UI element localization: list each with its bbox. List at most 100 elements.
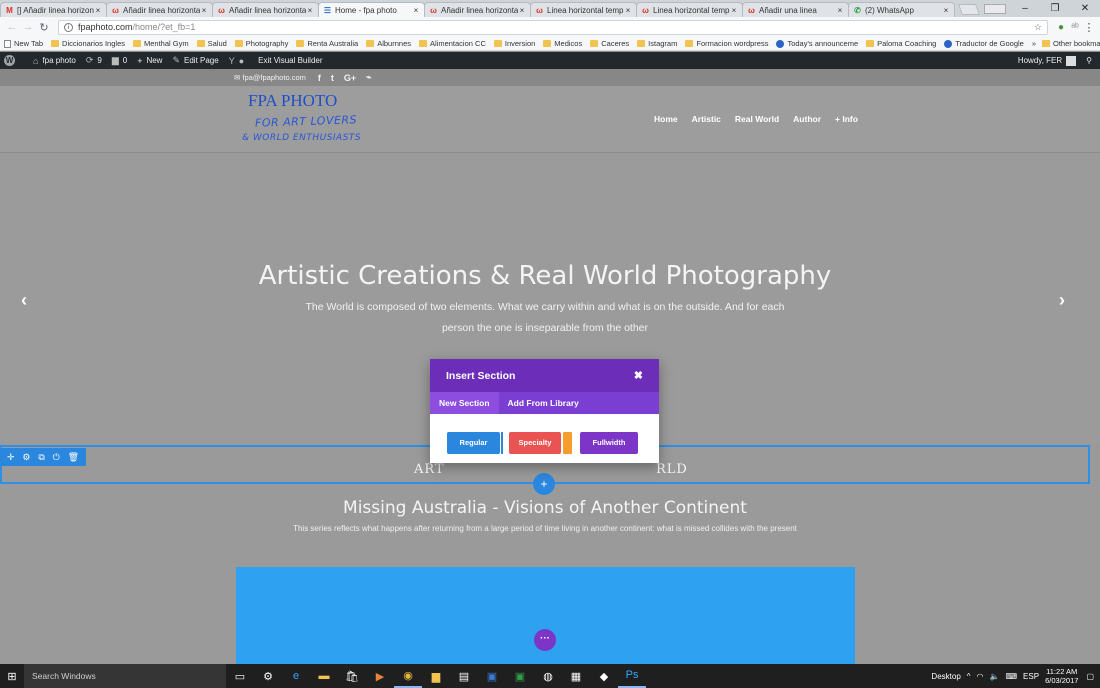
nav-info[interactable]: + Info [835,114,858,124]
volume-icon[interactable]: 🔈 [990,672,1000,681]
close-window-button[interactable]: ✕ [1070,3,1100,14]
bookmark-item[interactable]: Renta Australia [296,39,358,48]
nav-author[interactable]: Author [793,114,821,124]
twitter-icon[interactable]: t [331,73,334,83]
browser-tab[interactable]: ω Linea horizontal templa × [636,2,743,17]
edit-page-link[interactable]: ✎ Edit Page [172,55,218,66]
bookmarks-overflow[interactable]: » [1032,39,1036,48]
site-name-link[interactable]: ⌂ fpa photo [33,56,76,66]
chrome-icon[interactable]: ◉ [394,664,422,688]
close-tab-icon[interactable]: × [942,6,950,15]
add-section-button[interactable]: + [533,473,555,495]
browser-tab[interactable]: ω Añadir linea horizontal × [424,2,531,17]
bookmark-item[interactable]: Menthal Gym [133,39,189,48]
browser-tab[interactable]: ☰ Home - fpa photo × [318,2,425,17]
close-tab-icon[interactable]: × [518,6,526,15]
edge-icon[interactable]: e [282,664,310,688]
bookmark-item[interactable]: New Tab [4,39,43,48]
wordpress-icon[interactable]: W [4,55,15,66]
clock[interactable]: 11:22 AM 6/03/2017 [1045,667,1078,685]
extension-icon[interactable]: ● [1054,22,1068,33]
network-icon[interactable]: ◠ [977,672,984,681]
google-plus-icon[interactable]: G+ [344,73,356,83]
regular-section-button[interactable]: Regular [447,432,500,454]
chevron-left-icon[interactable]: ‹ [21,290,27,311]
account-menu[interactable]: Howdy, FER ⚲ [1018,55,1092,66]
close-tab-icon[interactable]: × [94,6,102,15]
browser-tab[interactable]: ω Linea horizontal templa × [530,2,637,17]
windows-start-icon[interactable]: ⊞ [0,670,24,683]
taskbar-search[interactable]: Search Windows [24,664,226,688]
profile-button[interactable] [984,3,1006,14]
folder-icon[interactable]: ▆ [422,664,450,688]
bookmark-item[interactable]: Photography [234,39,288,48]
bookmark-item[interactable]: Salud [196,39,227,48]
more-options-button[interactable]: ··· [534,629,556,651]
bookmark-item[interactable]: Inversion [493,39,535,48]
bookmark-item[interactable]: Alimentacion CC [419,39,486,48]
settings-icon[interactable]: ⚙ [254,664,282,688]
tab-new-section[interactable]: New Section [430,392,499,414]
move-icon[interactable]: ✛ [7,452,15,463]
nav-real-world[interactable]: Real World [735,114,779,124]
other-bookmarks[interactable]: Other bookmarks [1042,39,1100,48]
keyboard-icon[interactable]: ⌨ [1006,672,1018,681]
close-tab-icon[interactable]: × [730,6,738,15]
browser-tab[interactable]: ✆ (2) WhatsApp × [848,2,955,17]
close-tab-icon[interactable]: × [412,6,420,15]
nav-artistic[interactable]: Artistic [692,114,721,124]
chevron-up-icon[interactable]: ^ [967,672,971,681]
browser-tab[interactable]: M [] Añadir linea horizonta × [0,2,107,17]
close-tab-icon[interactable]: × [306,6,314,15]
forward-icon[interactable]: → [20,21,36,33]
browser-tab[interactable]: ω Añadir linea horizontal × [212,2,319,17]
language-indicator[interactable]: ESP [1023,672,1039,681]
close-tab-icon[interactable]: × [624,6,632,15]
duplicate-icon[interactable]: ⧉ [38,452,44,463]
file-explorer-icon[interactable]: ▬ [310,664,338,688]
app-icon[interactable]: ▤ [450,664,478,688]
settings-icon[interactable]: ⚙ [22,452,30,463]
info-icon[interactable]: i [64,22,73,32]
site-logo[interactable]: FPA PHOTO [248,91,337,111]
bookmark-item[interactable]: Alburnnes [366,39,411,48]
outlook-icon[interactable]: ▣ [478,664,506,688]
bookmark-item[interactable]: Caceres [590,39,629,48]
maximize-button[interactable]: ❐ [1040,3,1070,14]
close-icon[interactable]: ✖ [634,369,643,382]
comments-link[interactable]: ▆ 0 [112,55,127,66]
yoast-link[interactable]: Y ● [229,56,248,66]
browser-tab[interactable]: ω Añadir linea horizontal × [106,2,213,17]
browser-tab[interactable]: ω Añadir una linea × [742,2,849,17]
media-icon[interactable]: ▶ [366,664,394,688]
bookmark-item[interactable]: Formacion wordpress [685,39,768,48]
bookmark-item[interactable]: Diccionarios Ingles [51,39,125,48]
tab-add-from-library[interactable]: Add From Library [499,392,588,414]
star-icon[interactable]: ☆ [1034,22,1042,33]
close-tab-icon[interactable]: × [200,6,208,15]
specialty-section-button[interactable]: Specialty [509,432,561,454]
new-content-link[interactable]: + New [137,56,162,66]
app-icon-2[interactable]: ◍ [534,664,562,688]
menu-icon[interactable]: ⋮ [1082,21,1096,34]
email-link[interactable]: ✉ fpa@fpaphoto.com [234,73,306,82]
notifications-icon[interactable]: ▢ [1086,672,1094,681]
bookmark-item[interactable]: Traductor de Google [944,39,1024,48]
bookmark-item[interactable]: Istagram [637,39,677,48]
facebook-icon[interactable]: f [318,73,321,83]
bookmark-item[interactable]: Today's announceme [776,39,858,48]
rss-icon[interactable]: ⌁ [366,72,371,83]
task-view-icon[interactable]: ▭ [226,664,254,688]
minimize-button[interactable]: – [1010,3,1040,14]
store-icon[interactable]: 🛍 [338,664,366,688]
trash-icon[interactable]: 🗑 [68,452,79,463]
extension-icon-2[interactable]: ᵃᵇ [1068,22,1082,33]
exit-visual-builder-link[interactable]: Exit Visual Builder [258,56,322,65]
bookmark-item[interactable]: Paloma Coaching [866,39,936,48]
new-tab-button[interactable] [957,4,981,15]
nav-home[interactable]: Home [654,114,678,124]
bookmark-item[interactable]: Medicos [543,39,582,48]
app-icon-3[interactable]: ▦ [562,664,590,688]
chevron-right-icon[interactable]: › [1059,290,1065,311]
back-icon[interactable]: ← [4,21,20,33]
